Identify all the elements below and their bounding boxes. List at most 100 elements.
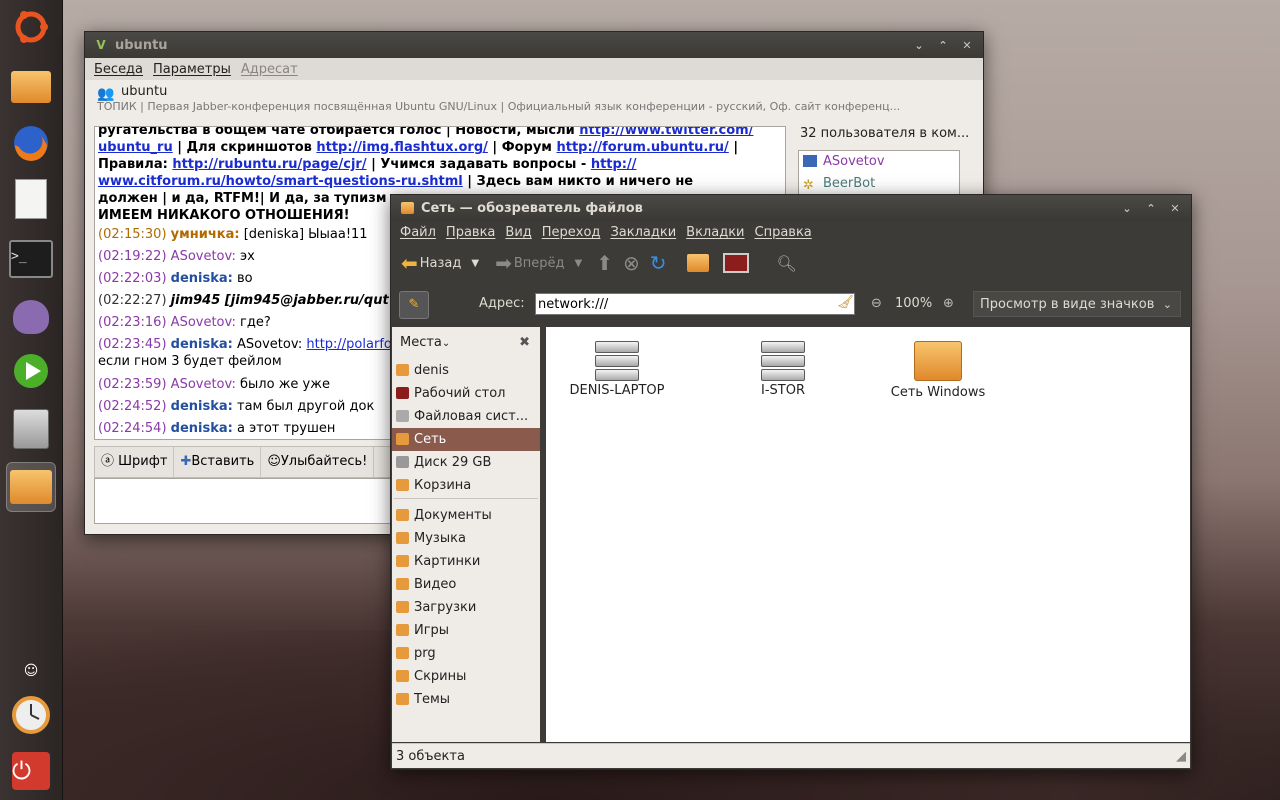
smile-button[interactable]: ☺Улыбайтесь! <box>261 447 375 477</box>
zoom-out-icon[interactable]: ⊖ <box>871 296 882 311</box>
sidebar-item-filesystem[interactable]: Файловая сист... <box>392 405 540 428</box>
zoom-in-icon[interactable]: ⊕ <box>943 296 954 311</box>
edit-location-button[interactable]: ✎ <box>399 291 429 319</box>
media-player-icon[interactable] <box>6 346 56 396</box>
sidebar-item-music[interactable]: Музыка <box>392 527 540 550</box>
user-item[interactable]: ASovetov <box>799 151 959 173</box>
close-icon[interactable]: ✕ <box>1165 199 1185 217</box>
back-button[interactable]: ⬅ Назад ▼ <box>397 246 483 280</box>
resize-grip-icon[interactable]: ◢ <box>1176 744 1186 769</box>
firefox-icon[interactable] <box>6 118 56 168</box>
menu-conversation[interactable]: Беседа <box>89 62 148 77</box>
sidebar-item-games[interactable]: Игры <box>392 619 540 642</box>
sidebar-item-desktop[interactable]: Рабочий стол <box>392 382 540 405</box>
pidgin-icon[interactable] <box>6 292 56 342</box>
close-icon[interactable]: ✕ <box>957 36 977 54</box>
link-rules[interactable]: http://rubuntu.ru/page/cjr/ <box>172 157 366 172</box>
menu-view[interactable]: Вид <box>500 225 536 240</box>
address-input[interactable]: network:/// <box>535 293 855 315</box>
chat-titlebar[interactable]: V ubuntu ⌄ ⌃ ✕ <box>85 32 983 58</box>
menu-buddy[interactable]: Адресат <box>236 62 303 77</box>
trash-icon <box>396 479 409 491</box>
home-folder-icon <box>686 254 709 272</box>
menu-help[interactable]: Справка <box>750 225 817 240</box>
font-button[interactable]: ⓐ Шрифт <box>95 447 175 477</box>
sidebar-item-documents[interactable]: Документы <box>392 504 540 527</box>
indicator-icon[interactable]: ☺ <box>6 656 56 686</box>
stop-button[interactable]: ⊗ <box>619 246 646 280</box>
drive-icon <box>396 410 409 422</box>
network-item[interactable]: I-STOR <box>718 341 848 398</box>
terminal-icon[interactable]: >_ <box>6 234 56 284</box>
folder-icon[interactable] <box>6 62 56 112</box>
computer-button[interactable] <box>719 246 753 280</box>
minimize-icon[interactable]: ⌄ <box>1117 199 1137 217</box>
view-mode-select[interactable]: Просмотр в виде значков ⌄ <box>973 291 1181 317</box>
menu-go[interactable]: Переход <box>537 225 606 240</box>
sidebar-item-downloads[interactable]: Загрузки <box>392 596 540 619</box>
maximize-icon[interactable]: ⌃ <box>1141 199 1161 217</box>
places-header[interactable]: Места⌄ ✖ <box>392 327 540 359</box>
menu-tabs[interactable]: Вкладки <box>681 225 749 240</box>
link-flashtux[interactable]: http://img.flashtux.org/ <box>316 140 488 155</box>
link-polarfox[interactable]: http://polarfo <box>306 337 391 352</box>
close-sidebar-icon[interactable]: ✖ <box>519 327 530 359</box>
link-forum[interactable]: http://forum.ubuntu.ru/ <box>556 140 728 155</box>
chevron-down-icon: ⌄ <box>441 338 451 349</box>
chevron-down-icon[interactable]: ▼ <box>471 258 479 269</box>
user-item[interactable]: ✲ BeerBot <box>799 173 959 195</box>
back-arrow-icon: ⬅ <box>401 251 418 275</box>
menu-bookmarks[interactable]: Закладки <box>605 225 681 240</box>
link-twitter[interactable]: http://www.twitter.com/ <box>579 127 753 138</box>
sidebar-item-themes[interactable]: Темы <box>392 688 540 711</box>
up-button[interactable]: ⬆ <box>592 246 619 280</box>
ubuntu-logo-icon[interactable] <box>6 2 56 52</box>
text-editor-icon[interactable] <box>6 174 56 224</box>
minimize-icon[interactable]: ⌄ <box>909 36 929 54</box>
up-arrow-icon: ⬆ <box>596 251 613 275</box>
sidebar-item-prg[interactable]: prg <box>392 642 540 665</box>
search-icon: 🔍︎ <box>776 253 797 273</box>
menu-options[interactable]: Параметры <box>148 62 236 77</box>
sidebar-item-screens[interactable]: Скрины <box>392 665 540 688</box>
server-icon <box>595 341 639 381</box>
fm-titlebar[interactable]: Сеть — обозреватель файлов ⌄ ⌃ ✕ <box>391 195 1191 221</box>
message-input[interactable] <box>94 478 396 524</box>
home-icon <box>396 364 409 376</box>
chevron-down-icon[interactable]: ▼ <box>575 258 583 269</box>
sidebar-item-network[interactable]: Сеть <box>392 428 540 451</box>
network-item[interactable]: DENIS-LAPTOP <box>552 341 682 398</box>
item-label: I-STOR <box>761 383 805 398</box>
fm-toolbar: ⬅ Назад ▼ ➡ Вперёд ▼ ⬆ ⊗ ↻ 🔍︎ <box>391 243 1191 283</box>
room-users-icon: 👥 <box>97 86 115 102</box>
forward-button[interactable]: ➡ Вперёд ▼ <box>491 246 586 280</box>
desktop-icon <box>396 387 409 399</box>
network-icon <box>396 433 409 445</box>
link-ubuntu-ru[interactable]: ubuntu_ru <box>98 140 173 155</box>
menu-edit[interactable]: Правка <box>441 225 500 240</box>
fm-addressbar: ✎ Адрес: network:/// 🧹︎ ⊖ 100% ⊕ Просмот… <box>391 283 1191 327</box>
power-icon[interactable]: ⏻ <box>6 746 56 796</box>
installer-icon[interactable] <box>6 404 56 454</box>
search-button[interactable]: 🔍︎ <box>773 246 803 280</box>
sidebar-item-video[interactable]: Видео <box>392 573 540 596</box>
font-icon: ⓐ <box>101 454 115 469</box>
file-view[interactable]: DENIS-LAPTOP I-STOR Сеть Windows <box>546 327 1190 742</box>
menu-file[interactable]: Файл <box>395 225 441 240</box>
sidebar-item-pictures[interactable]: Картинки <box>392 550 540 573</box>
sidebar-item-trash[interactable]: Корзина <box>392 474 540 497</box>
clear-icon[interactable]: 🧹︎ <box>837 295 854 310</box>
insert-button[interactable]: ✚Вставить <box>174 447 262 477</box>
home-folder-icon[interactable] <box>6 462 56 512</box>
topic-line: ubuntu_ru | Для скриншотов http://img.fl… <box>98 140 739 155</box>
sidebar-item-disk[interactable]: Диск 29 GB <box>392 451 540 474</box>
sidebar-item-home[interactable]: denis <box>392 359 540 382</box>
clock-icon[interactable] <box>6 690 56 740</box>
network-item[interactable]: Сеть Windows <box>873 341 1003 400</box>
computer-icon <box>722 253 749 273</box>
reload-button[interactable]: ↻ <box>646 246 673 280</box>
link-http[interactable]: http:// <box>591 157 637 172</box>
maximize-icon[interactable]: ⌃ <box>933 36 953 54</box>
home-button[interactable] <box>683 246 713 280</box>
link-citforum[interactable]: www.citforum.ru/howto/smart-questions-ru… <box>98 174 463 189</box>
